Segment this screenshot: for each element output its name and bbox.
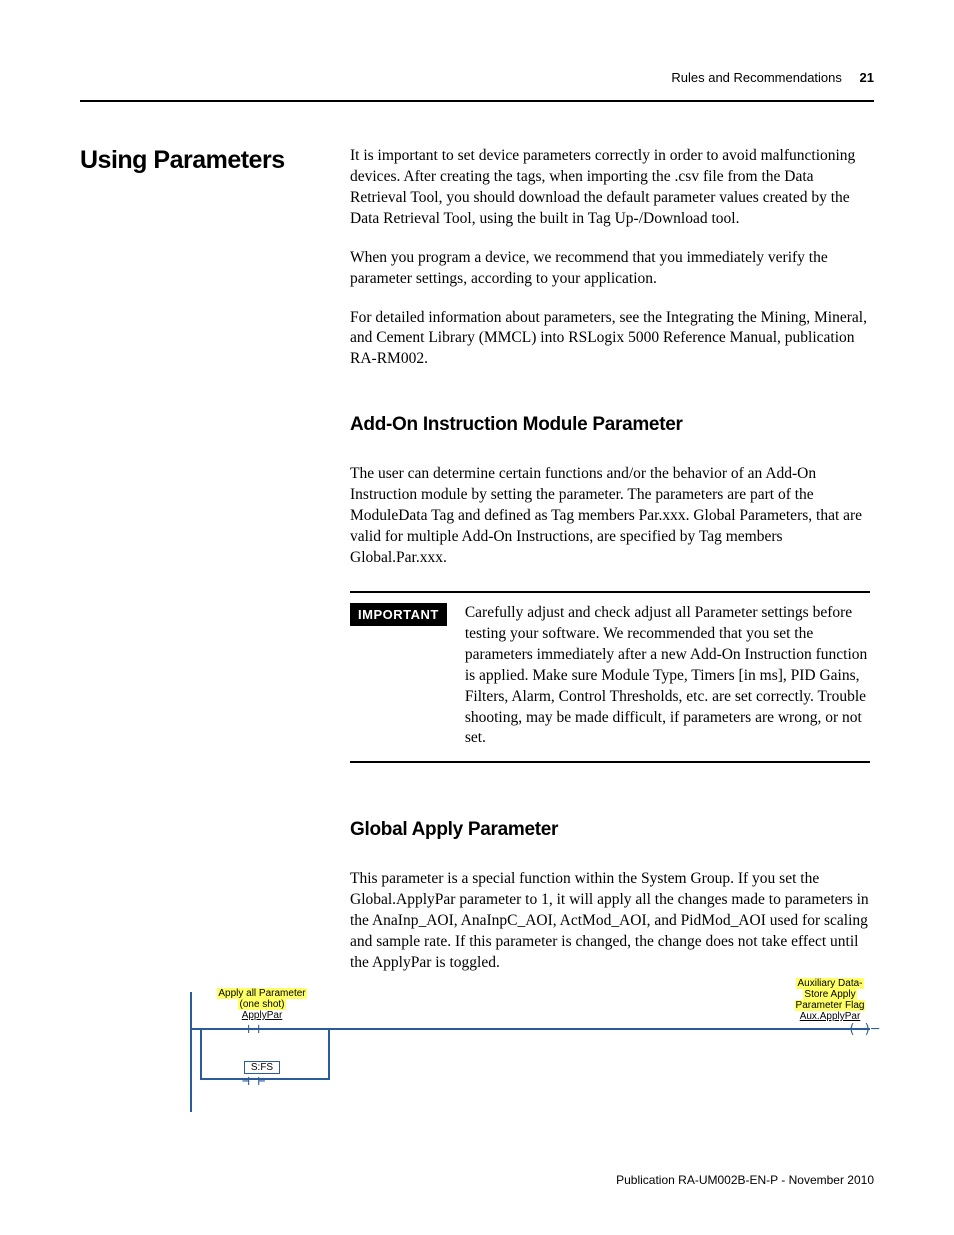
- global-p1: This parameter is a special function wit…: [350, 869, 870, 974]
- header-text: Rules and Recommendations 21: [671, 70, 874, 85]
- intro-p2: When you program a device, we recommend …: [350, 248, 870, 290]
- left-tag: ApplyPar: [242, 1010, 283, 1021]
- intro-p1: It is important to set device parameters…: [350, 146, 870, 230]
- sfs-tag: S:FS: [244, 1061, 280, 1074]
- subheading-global: Global Apply Parameter: [350, 819, 870, 841]
- header-rule: [80, 100, 874, 102]
- header-section: Rules and Recommendations: [671, 70, 842, 85]
- intro-p3: For detailed information about parameter…: [350, 308, 870, 371]
- contact-sfs: ⊣ ⊢: [242, 1074, 265, 1089]
- sfs-label: S:FS: [232, 1062, 292, 1073]
- addon-p1: The user can determine certain functions…: [350, 464, 870, 569]
- left-comment-l2: (one shot): [238, 999, 285, 1010]
- right-column: It is important to set device parameters…: [350, 146, 870, 974]
- subheading-addon: Add-On Instruction Module Parameter: [350, 414, 870, 436]
- right-coil-label: Auxiliary Data- Store Apply Parameter Fl…: [785, 978, 875, 1022]
- important-callout: IMPORTANT Carefully adjust and check adj…: [350, 591, 870, 763]
- footer-text: Publication RA-UM002B-EN-P - November 20…: [616, 1173, 874, 1187]
- content: Using Parameters It is important to set …: [80, 146, 874, 1112]
- right-comment-l3: Parameter Flag: [795, 1000, 866, 1011]
- right-tag: Aux.ApplyPar: [800, 1011, 861, 1022]
- header-page-number: 21: [860, 70, 874, 85]
- power-rail: [190, 992, 192, 1112]
- left-column: Using Parameters: [80, 146, 335, 175]
- important-label: IMPORTANT: [350, 603, 447, 626]
- section-title: Using Parameters: [80, 146, 335, 175]
- contact-applypar: ⊣ ⊢: [242, 1022, 265, 1037]
- important-body: Carefully adjust and check adjust all Pa…: [465, 603, 870, 749]
- coil-auxapplypar: ─( )─: [840, 1022, 879, 1037]
- ladder-diagram: Apply all Parameter (one shot) ApplyPar …: [80, 992, 874, 1112]
- left-contact-label: Apply all Parameter (one shot) ApplyPar: [212, 988, 312, 1021]
- right-comment-l1: Auxiliary Data-: [796, 978, 863, 989]
- page: Rules and Recommendations 21 Using Param…: [0, 0, 954, 1235]
- left-comment-l1: Apply all Parameter: [217, 988, 306, 999]
- right-comment-l2: Store Apply: [803, 989, 856, 1000]
- page-header: Rules and Recommendations 21: [80, 70, 874, 98]
